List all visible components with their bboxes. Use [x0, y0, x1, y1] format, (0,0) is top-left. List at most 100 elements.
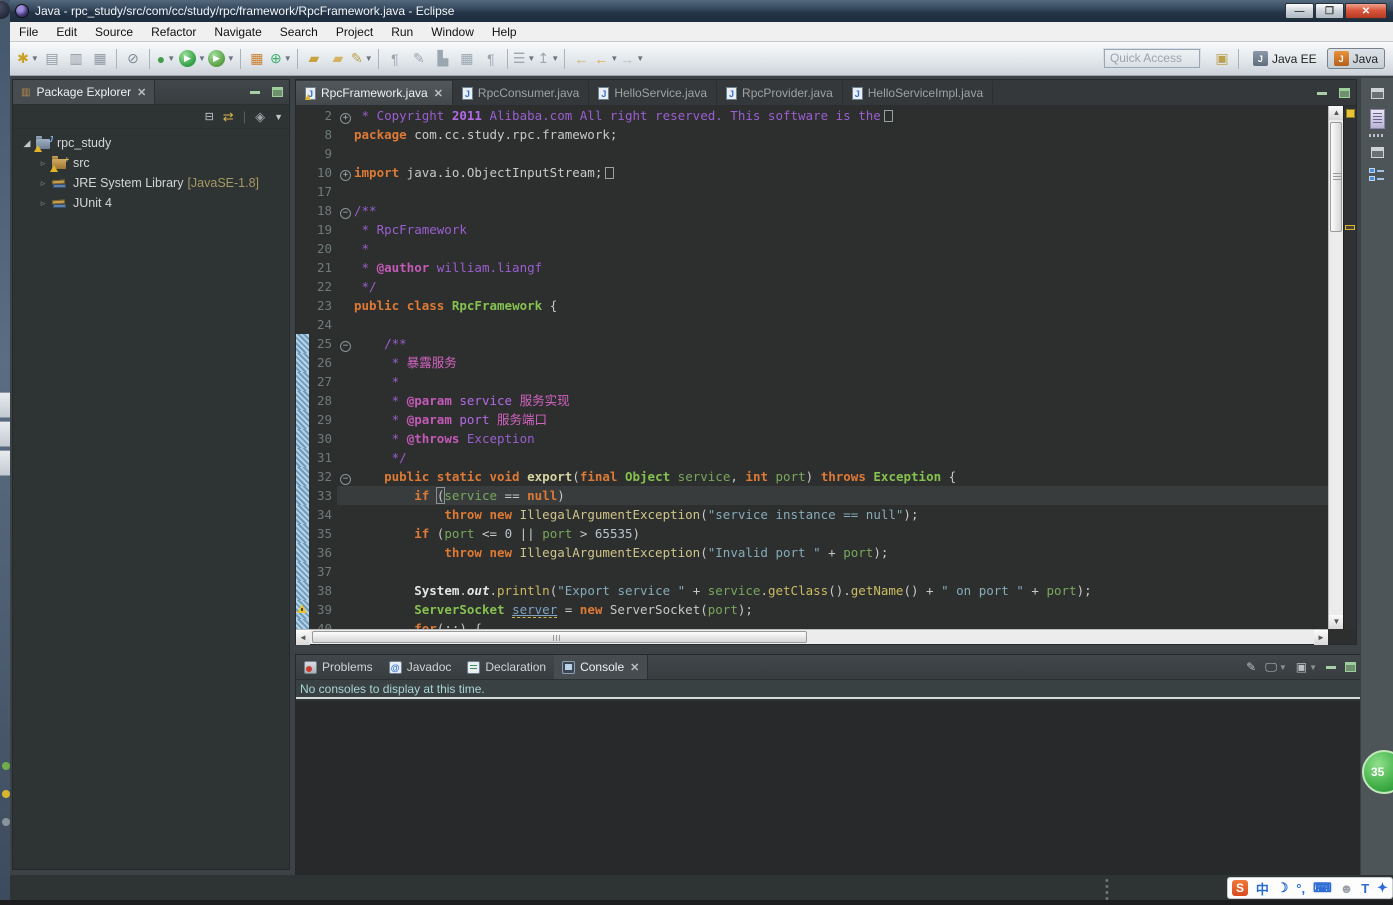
menu-refactor[interactable]: Refactor — [142, 22, 205, 41]
quick-access-input[interactable]: Quick Access — [1103, 49, 1200, 68]
folding-column[interactable]: − — [337, 334, 354, 353]
pin-console-button[interactable]: ✎ — [1246, 660, 1256, 674]
horizontal-scroll-thumb[interactable] — [312, 631, 807, 643]
open-console-button[interactable]: ▣ ▼ — [1296, 660, 1317, 674]
run-button[interactable]: ▶ ▼ — [179, 47, 206, 71]
tree-item-junit-4[interactable]: ▹ JUnit 4 — [13, 193, 289, 213]
save-button[interactable]: ▤ — [41, 47, 63, 71]
code-line-8[interactable]: 8 package com.cc.study.rpc.framework; — [296, 125, 1328, 144]
status-grip[interactable]: • • • • — [1105, 876, 1109, 905]
menu-project[interactable]: Project — [327, 22, 382, 41]
collapse-arrow-icon[interactable]: ◢ — [19, 138, 35, 149]
forward-button[interactable]: → ▼ — [620, 47, 644, 71]
code-line-2[interactable]: 2 + * Copyright 2011 Alibaba.com All righ… — [296, 106, 1328, 125]
console-tab-console[interactable]: Console ✕ — [554, 655, 649, 679]
close-button[interactable]: ✕ — [1345, 3, 1387, 19]
code-line-33[interactable]: 33 if (service == null) — [296, 486, 1328, 505]
code-line-17[interactable]: 17 — [296, 182, 1328, 201]
folded-region-box[interactable] — [883, 110, 893, 122]
fold-collapse-icon[interactable]: − — [340, 474, 351, 485]
fold-collapse-icon[interactable]: − — [340, 208, 351, 219]
minimize-view-icon[interactable] — [247, 86, 263, 98]
link-with-editor-icon[interactable]: ⇄ — [223, 109, 234, 125]
code-line-24[interactable]: 24 — [296, 315, 1328, 334]
run-last-launched-button[interactable]: ▶ ▼ — [207, 47, 235, 71]
code-line-38[interactable]: 38 System.out.println("Export service " … — [296, 581, 1328, 600]
back-history-button[interactable]: ← — [570, 47, 592, 71]
coverage-button[interactable]: ▦ — [246, 47, 268, 71]
code-line-34[interactable]: 34 throw new IllegalArgumentException("s… — [296, 505, 1328, 524]
soft-keyboard-icon[interactable]: ⌨ — [1313, 880, 1332, 896]
horizontal-scrollbar[interactable]: ◄ ► — [296, 629, 1328, 645]
minimize-view-icon[interactable] — [1326, 665, 1336, 669]
folding-column[interactable]: + — [337, 106, 354, 125]
title-bar[interactable]: Java - rpc_study/src/com/cc/study/rpc/fr… — [10, 0, 1393, 22]
code-line-10[interactable]: 10 + import java.io.ObjectInputStream; — [296, 163, 1328, 182]
code-line-28[interactable]: 28 * @param service 服务实现 — [296, 391, 1328, 410]
user-icon[interactable]: ☻ — [1340, 881, 1354, 896]
package-explorer-tab[interactable]: ▥ Package Explorer ✕ — [13, 80, 156, 104]
overview-ruler[interactable] — [1343, 106, 1356, 629]
toolbox-icon[interactable]: ✦ — [1377, 880, 1388, 896]
editor-tab-rpcframework-java[interactable]: J RpcFramework.java ✕ — [296, 81, 453, 105]
menu-help[interactable]: Help — [483, 22, 526, 41]
code-line-31[interactable]: 31 */ — [296, 448, 1328, 467]
overview-warning-header[interactable] — [1346, 109, 1355, 118]
scroll-left-arrow[interactable]: ◄ — [296, 630, 310, 645]
console-tab-javadoc[interactable]: @ Javadoc — [381, 655, 460, 679]
format-button[interactable]: ▙ — [432, 47, 454, 71]
collapse-all-icon[interactable]: ⊟ — [205, 110, 214, 123]
console-tab-problems[interactable]: Problems — [296, 655, 381, 679]
folded-region-box[interactable] — [605, 167, 615, 179]
tree-item-jre-system-library[interactable]: ▹ JRE System Library [JavaSE-1.8] — [13, 173, 289, 193]
code-line-36[interactable]: 36 throw new IllegalArgumentException("I… — [296, 543, 1328, 562]
back-button[interactable]: ← ▼ — [594, 47, 618, 71]
menu-source[interactable]: Source — [86, 22, 142, 41]
mark-occurrences-button[interactable]: ✎ — [408, 47, 430, 71]
code-line-21[interactable]: 21 * @author william.liangf — [296, 258, 1328, 277]
sogou-logo-icon[interactable]: S — [1232, 880, 1248, 896]
chinese-mode-icon[interactable]: 中 — [1256, 879, 1269, 898]
code-line-40[interactable]: 40 for(;;) { — [296, 619, 1328, 629]
restore-view-icon[interactable] — [1370, 147, 1384, 158]
menu-window[interactable]: Window — [422, 22, 483, 41]
close-icon[interactable]: ✕ — [630, 661, 639, 674]
skip-all-breakpoints-button[interactable]: ⊘ — [122, 47, 144, 71]
close-icon[interactable]: ✕ — [137, 86, 146, 99]
code-line-29[interactable]: 29 * @param port 服务端口 — [296, 410, 1328, 429]
editor-tab-rpcconsumer-java[interactable]: J RpcConsumer.java — [453, 81, 590, 105]
menu-edit[interactable]: Edit — [47, 22, 86, 41]
open-resource-button[interactable]: ▰ — [327, 47, 349, 71]
code-line-23[interactable]: 23 public class RpcFramework { — [296, 296, 1328, 315]
code-line-35[interactable]: 35 if (port <= 0 || port > 65535) — [296, 524, 1328, 543]
editor-tab-helloserviceimpl-java[interactable]: J HelloServiceImpl.java — [843, 81, 994, 105]
last-edit-location-button[interactable]: ☰ ▼ — [513, 47, 535, 71]
maximize-view-icon[interactable] — [1345, 662, 1356, 672]
code-line-26[interactable]: 26 * 暴露服务 — [296, 353, 1328, 372]
expand-arrow-icon[interactable]: ▹ — [35, 158, 51, 169]
vertical-scrollbar[interactable]: ▲ ▼ — [1328, 106, 1344, 629]
restore-view-icon[interactable] — [1370, 88, 1384, 99]
scroll-up-arrow[interactable]: ▲ — [1329, 106, 1344, 120]
print-button[interactable]: ▦ — [89, 47, 111, 71]
close-icon[interactable]: ✕ — [434, 87, 443, 100]
fold-expand-icon[interactable]: + — [340, 113, 351, 124]
menu-run[interactable]: Run — [382, 22, 422, 41]
show-whitespace-button[interactable]: ¶ — [384, 47, 406, 71]
code-editor[interactable]: 2 + * Copyright 2011 Alibaba.com All righ… — [296, 106, 1328, 629]
code-line-25[interactable]: 25− /** — [296, 334, 1328, 353]
code-line-9[interactable]: 9 — [296, 144, 1328, 163]
open-type-button[interactable]: ▰ — [303, 47, 325, 71]
minimize-editor-icon[interactable] — [1314, 87, 1330, 99]
tree-item-src[interactable]: ▹ + src — [13, 153, 289, 173]
console-tab-declaration[interactable]: Declaration — [459, 655, 554, 679]
fold-expand-icon[interactable]: + — [340, 170, 351, 181]
expand-arrow-icon[interactable]: ▹ — [35, 178, 51, 189]
code-line-18[interactable]: 18−/** — [296, 201, 1328, 220]
punctuation-icon[interactable]: °, — [1296, 881, 1305, 896]
scroll-down-arrow[interactable]: ▼ — [1329, 615, 1344, 629]
next-annotation-button[interactable]: ↥ ▼ — [537, 47, 560, 71]
skin-icon[interactable]: T — [1361, 881, 1369, 896]
save-all-button[interactable]: ▥ — [65, 47, 87, 71]
folding-column[interactable]: + — [337, 163, 354, 182]
